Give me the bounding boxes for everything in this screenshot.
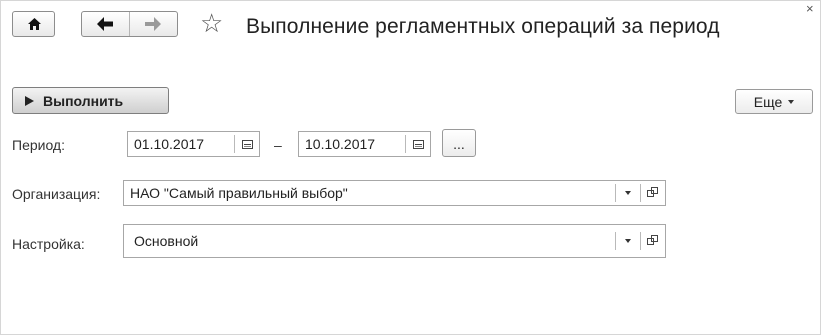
choose-period-button[interactable]: ...	[442, 129, 476, 157]
chevron-down-icon	[625, 239, 631, 243]
chevron-down-icon	[788, 99, 795, 104]
organization-field[interactable]: НАО "Самый правильный выбор"	[123, 180, 666, 206]
page-title: Выполнение регламентных операций за пери…	[246, 15, 720, 38]
chevron-down-icon	[625, 191, 631, 195]
form-window	[0, 0, 821, 335]
arrow-left-icon	[97, 17, 113, 31]
calendar-icon	[412, 139, 424, 149]
choose-period-label: ...	[453, 136, 465, 152]
period-separator: –	[274, 137, 282, 153]
arrow-right-icon	[145, 17, 161, 31]
organization-open-button[interactable]	[641, 181, 665, 205]
history-nav	[81, 11, 178, 37]
run-button[interactable]: Выполнить	[12, 87, 169, 114]
organization-label: Организация:	[12, 186, 101, 202]
organization-value: НАО "Самый правильный выбор"	[130, 185, 348, 201]
more-button[interactable]: Еще	[735, 89, 813, 114]
period-start-value: 01.10.2017	[134, 136, 205, 152]
period-end-field[interactable]: 10.10.2017	[298, 131, 431, 157]
open-icon	[647, 235, 659, 247]
period-start-calendar-button[interactable]	[235, 132, 259, 156]
setting-value: Основной	[134, 233, 199, 249]
setting-open-button[interactable]	[641, 225, 665, 257]
calendar-icon	[241, 139, 253, 149]
close-icon[interactable]: ×	[806, 2, 814, 15]
play-icon	[25, 95, 34, 106]
period-start-field[interactable]: 01.10.2017	[127, 131, 260, 157]
setting-field[interactable]: Основной	[123, 224, 666, 258]
forward-button[interactable]	[130, 12, 177, 36]
setting-label: Настройка:	[12, 236, 85, 252]
period-end-value: 10.10.2017	[305, 136, 376, 152]
organization-dropdown-button[interactable]	[616, 181, 640, 205]
star-icon[interactable]: ☆	[200, 10, 223, 36]
period-end-calendar-button[interactable]	[406, 132, 430, 156]
home-button[interactable]	[12, 11, 55, 37]
setting-dropdown-button[interactable]	[616, 225, 640, 257]
period-label: Период:	[12, 137, 65, 153]
run-button-label: Выполнить	[43, 92, 124, 109]
home-icon	[28, 18, 41, 30]
back-button[interactable]	[82, 12, 130, 36]
more-button-label: Еще	[753, 93, 783, 110]
open-icon	[647, 187, 659, 199]
